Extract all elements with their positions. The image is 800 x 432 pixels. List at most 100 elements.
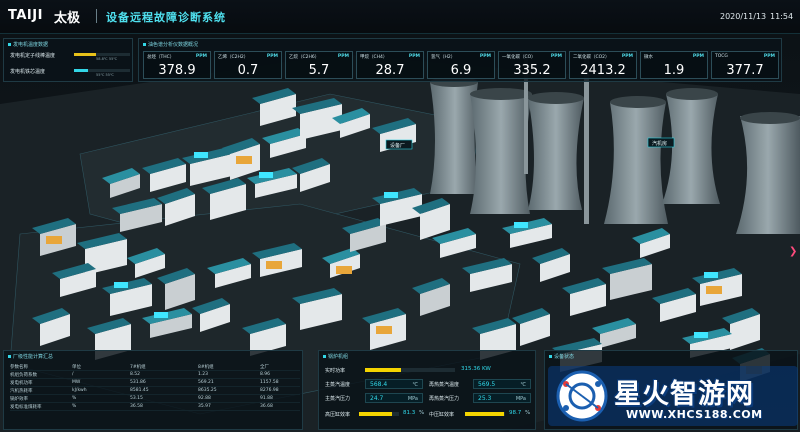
metric-value: 24.7	[370, 395, 384, 402]
table-cell: 8.96	[260, 372, 271, 377]
top-header: TAIJI 太极 设备远程故障诊断系统 2020/11/13 11:54	[0, 0, 800, 34]
header-divider	[96, 9, 97, 23]
gas-name: 一氧化碳（CO）	[502, 55, 536, 60]
metric-box: 24.7 MPa	[365, 393, 423, 403]
valve-label: 中压缸效率	[429, 412, 455, 418]
table-cell: 531.86	[130, 380, 146, 385]
oil-chromatography-panel: 油色谱分析仪数据概况 总烃（THC） PPM 378.9 乙烯（C2H2） PP…	[138, 38, 782, 82]
metric-box: 568.4 ℃	[365, 379, 423, 389]
watermark-url: WWW.XHCS188.COM	[626, 408, 763, 421]
gas-name: 乙烷（C2H6）	[289, 55, 320, 60]
generator-temperature-panel: 发电机温度数据 发电机定子线棒温度 58.8℃ 55℃ 发电机铁芯温度 55℃ …	[3, 38, 133, 82]
table-cell: 发电机功率	[10, 381, 33, 386]
table-panel-title: 厂级性能计算汇总	[8, 353, 53, 360]
gas-value: 28.7	[375, 63, 405, 78]
gas-value: 2413.2	[580, 63, 626, 78]
gas-card-c2h6[interactable]: 乙烷（C2H6） PPM 5.7	[285, 51, 353, 79]
gas-unit: PPM	[550, 54, 562, 59]
gas-name: 二氧化碳（CO2）	[573, 55, 610, 60]
table-cell: 92.88	[198, 396, 211, 401]
gas-value: 6.9	[450, 63, 472, 78]
table-cell: %	[72, 396, 77, 401]
steam-temp-row: 主蒸汽温度 568.4 ℃ 再热蒸汽温度 569.5 ℃	[325, 379, 533, 390]
gas-card-moisture[interactable]: 微水 PPM 1.9	[640, 51, 708, 79]
table-cell: 8.52	[130, 372, 141, 377]
gas-card-c2h2[interactable]: 乙烯（C2H2） PPM 0.7	[214, 51, 282, 79]
temp-bar-fill	[74, 69, 88, 72]
power-value: 315.36 KW	[461, 366, 491, 372]
table-cell: 91.88	[260, 396, 273, 401]
gas-name: 微水	[644, 55, 653, 60]
scene-tag-equipment[interactable]: 设备厂	[385, 139, 413, 150]
efficiency-row: 高压缸效率 81.3 % 中压缸效率 98.7 %	[325, 409, 533, 420]
gas-unit: PPM	[266, 54, 278, 59]
table-cell: 机组负荷系数	[10, 373, 37, 378]
gas-card-co[interactable]: 一氧化碳（CO） PPM 335.2	[498, 51, 566, 79]
chevron-right-icon[interactable]: ❯	[789, 246, 797, 257]
steam-pressure-row: 主蒸汽压力 24.7 MPa 再热蒸汽压力 25.3 MPa	[325, 393, 533, 404]
table-cell: 8635.25	[198, 388, 217, 393]
table-cell: 8581.45	[130, 388, 149, 393]
brand-logo-cn: 太极	[54, 11, 81, 26]
gas-value: 0.7	[237, 63, 259, 78]
metric-unit: MPa	[407, 396, 418, 402]
col-header: 单位	[72, 365, 81, 370]
system-title: 设备远程故障诊断系统	[106, 11, 226, 24]
valve-bar-fill	[359, 412, 392, 416]
gas-unit: PPM	[692, 54, 704, 59]
gas-card-thc[interactable]: 总烃（THC） PPM 378.9	[143, 51, 211, 79]
gas-unit: PPM	[195, 54, 207, 59]
temp-row-core: 发电机铁芯温度 55℃ 55℃	[10, 66, 132, 78]
table-cell: MW	[72, 380, 81, 385]
gas-value: 5.7	[308, 63, 330, 78]
metric-value: 25.3	[478, 395, 492, 402]
gas-unit: PPM	[479, 54, 491, 59]
gas-name: 甲烷（CH4）	[360, 55, 388, 60]
table-cell: 53.15	[130, 396, 143, 401]
valve-pct: 81.3	[403, 410, 416, 416]
metric-unit: MPa	[515, 396, 526, 402]
gas-unit: PPM	[408, 54, 420, 59]
svg-text:设备厂: 设备厂	[390, 142, 405, 149]
table-cell: 汽机热耗率	[10, 389, 33, 394]
metric-unit: ℃	[412, 382, 418, 388]
header-time: 11:54	[770, 12, 794, 21]
col-header: 全厂	[260, 365, 269, 370]
header-date: 2020/11/13	[720, 12, 767, 21]
table-row: 锅炉效率 % 53.15 92.88 91.88	[10, 395, 300, 403]
temp-ticks: 55℃ 55℃	[96, 73, 114, 77]
valve-pct-unit: %	[525, 410, 531, 416]
table-cell: 36.58	[130, 404, 143, 409]
power-row: 实时功率 315.36 KW	[325, 365, 533, 376]
temp-row-stator: 发电机定子线棒温度 58.8℃ 55℃	[10, 50, 132, 62]
table-cell: kJ/kwh	[72, 388, 87, 393]
table-cell: 36.68	[260, 404, 273, 409]
gas-value: 1.9	[663, 63, 685, 78]
temp-ticks: 58.8℃ 55℃	[96, 57, 118, 61]
valve-label: 高压缸效率	[325, 412, 351, 418]
valve-bar	[465, 412, 505, 416]
gas-card-co2[interactable]: 二氧化碳（CO2） PPM 2413.2	[569, 51, 637, 79]
table-cell: 发电标准煤耗率	[10, 405, 42, 410]
col-header: 7#机组	[130, 365, 146, 370]
table-cell: 锅炉效率	[10, 397, 28, 402]
temp-label: 发电机定子线棒温度	[10, 53, 56, 59]
metric-label: 主蒸汽温度	[325, 382, 351, 388]
gas-card-ch4[interactable]: 甲烷（CH4） PPM 28.7	[356, 51, 424, 79]
valve-bar	[359, 412, 399, 416]
gas-name: TOCG	[715, 54, 728, 59]
scene-tag-turbine[interactable]: 汽机房	[647, 137, 675, 148]
table-cell: 1157.58	[260, 380, 279, 385]
gas-name: 总烃（THC）	[147, 55, 175, 60]
temp-bar	[74, 69, 130, 72]
valve-pct-unit: %	[419, 410, 425, 416]
gas-name: 氢气（H2）	[431, 55, 456, 60]
metric-label: 主蒸汽压力	[325, 396, 351, 402]
gas-card-tocg[interactable]: TOCG PPM 377.7	[711, 51, 779, 79]
table-cell: %	[72, 404, 77, 409]
temp-bar-fill	[74, 53, 97, 56]
gas-card-h2[interactable]: 氢气（H2） PPM 6.9	[427, 51, 495, 79]
gas-panel-title: 油色谱分析仪数据概况	[143, 41, 198, 48]
temp-label: 发电机铁芯温度	[10, 69, 46, 75]
gas-value: 335.2	[513, 63, 551, 78]
